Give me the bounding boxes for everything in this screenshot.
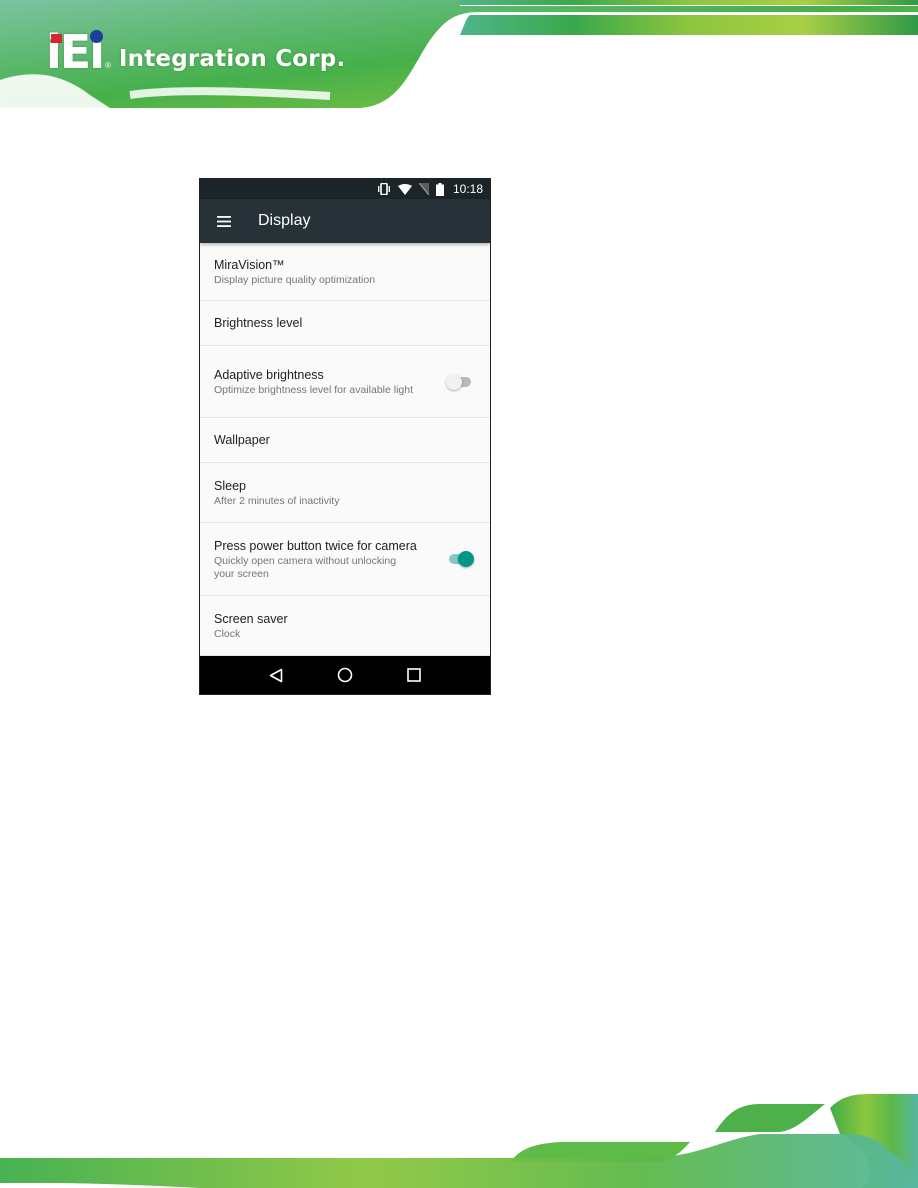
- setting-subtitle: Optimize brightness level for available …: [214, 383, 414, 396]
- logo-mark: iEi: [46, 29, 105, 75]
- recents-icon: [406, 668, 421, 682]
- setting-subtitle: After 2 minutes of inactivity: [214, 494, 340, 507]
- setting-subtitle: Quickly open camera without unlocking yo…: [214, 554, 397, 580]
- setting-screen-saver[interactable]: Screen saver Clock: [200, 596, 490, 656]
- page-title: Display: [258, 212, 311, 229]
- power-button-camera-toggle[interactable]: [446, 550, 474, 568]
- adaptive-brightness-toggle[interactable]: [446, 373, 472, 391]
- status-bar: 10:18: [200, 179, 490, 199]
- logo-blue-dot: [90, 30, 103, 43]
- toggle-thumb: [446, 373, 462, 390]
- setting-title: MiraVision™: [214, 257, 285, 272]
- setting-brightness-level[interactable]: Brightness level: [200, 301, 490, 346]
- setting-adaptive-brightness[interactable]: Adaptive brightness Optimize brightness …: [200, 346, 490, 418]
- setting-title: Sleep: [214, 478, 246, 493]
- home-icon: [337, 667, 353, 683]
- iei-logo: iEi ® Integration Corp.: [46, 26, 346, 75]
- registered-mark: ®: [104, 61, 111, 70]
- setting-title: Wallpaper: [214, 433, 270, 447]
- status-time: 10:18: [452, 182, 483, 196]
- wifi-icon: [397, 183, 412, 195]
- recents-button[interactable]: [399, 660, 429, 690]
- footer-banner: [0, 1094, 918, 1188]
- toggle-thumb: [458, 551, 474, 567]
- setting-wallpaper[interactable]: Wallpaper: [200, 418, 490, 463]
- android-screen: 10:18 Display MiraVision™ Display pictur…: [199, 178, 491, 695]
- setting-subtitle: Display picture quality optimization: [214, 273, 376, 286]
- setting-sleep[interactable]: Sleep After 2 minutes of inactivity: [200, 463, 490, 523]
- home-button[interactable]: [330, 660, 360, 690]
- setting-power-button-camera[interactable]: Press power button twice for camera Quic…: [200, 523, 490, 596]
- no-sim-icon: [418, 183, 429, 195]
- display-settings-list: MiraVision™ Display picture quality opti…: [200, 243, 490, 656]
- navigation-bar: [200, 656, 490, 694]
- setting-subtitle: Clock: [214, 627, 241, 640]
- setting-title: Brightness level: [214, 316, 303, 330]
- back-button[interactable]: [261, 660, 291, 690]
- logo-text: Integration Corp.: [118, 46, 346, 72]
- setting-miravision[interactable]: MiraVision™ Display picture quality opti…: [200, 243, 490, 301]
- vibrate-icon: [377, 183, 390, 195]
- back-icon: [270, 668, 283, 682]
- hamburger-menu-icon: [217, 215, 231, 227]
- app-bar: Display: [200, 199, 490, 243]
- logo-red-square: [51, 34, 62, 43]
- navigation-menu-button[interactable]: [200, 199, 248, 243]
- battery-icon: [435, 182, 444, 196]
- setting-title: Screen saver: [214, 611, 288, 626]
